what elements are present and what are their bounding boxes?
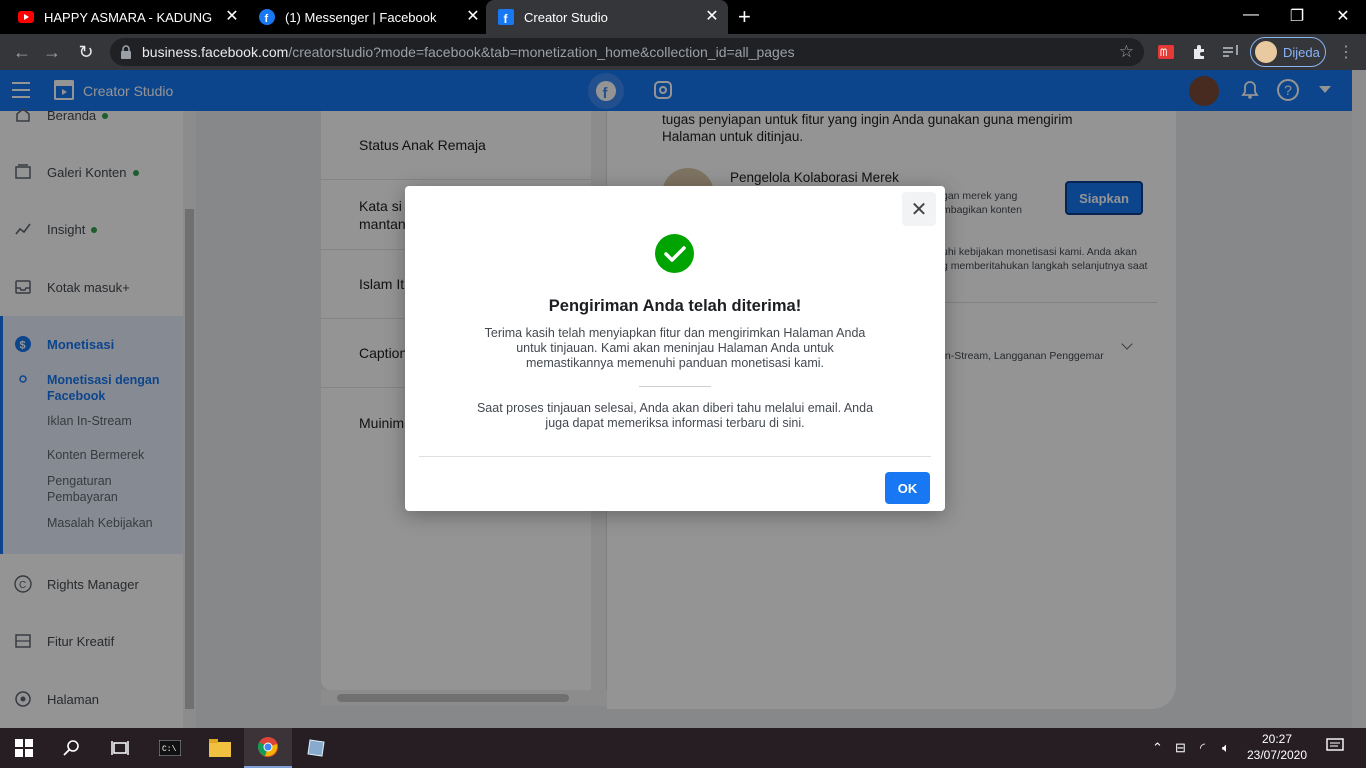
browser-tab-strip: HAPPY ASMARA - KADUNG JERU ✕ f (1) Messe…	[0, 0, 1366, 34]
tab-close-icon[interactable]: ✕	[224, 9, 240, 25]
reload-icon[interactable]: ↻	[75, 42, 97, 62]
tab-close-icon[interactable]: ✕	[704, 9, 720, 25]
dialog-title: Pengiriman Anda telah diterima!	[548, 297, 802, 315]
url-text: business.facebook.com/creatorstudio?mode…	[142, 44, 795, 60]
forward-icon[interactable]: →	[41, 42, 63, 62]
facebook-icon: f	[259, 9, 275, 25]
svg-text:ᗰ: ᗰ	[1160, 48, 1167, 59]
dialog-footer-divider	[419, 456, 931, 457]
avatar	[1255, 41, 1277, 63]
clock-time: 20:27	[1261, 732, 1293, 746]
search-icon[interactable]	[48, 728, 96, 768]
action-center-icon[interactable]	[1326, 738, 1344, 757]
window-close-icon[interactable]: ✕	[1333, 6, 1353, 26]
system-clock[interactable]: 20:27 23/07/2020	[1236, 731, 1318, 763]
chrome-icon[interactable]	[244, 728, 292, 768]
close-icon[interactable]: ✕	[902, 192, 936, 226]
browser-menu-icon[interactable]: ⋮	[1338, 42, 1354, 62]
address-bar[interactable]: business.facebook.com/creatorstudio?mode…	[110, 38, 1144, 66]
file-explorer-icon[interactable]	[196, 728, 244, 768]
bookmark-star-icon[interactable]: ☆	[1119, 42, 1134, 62]
media-queue-icon[interactable]	[1222, 43, 1240, 61]
new-tab-icon[interactable]: +	[738, 6, 751, 28]
ok-button[interactable]: OK	[885, 472, 930, 504]
wifi-icon[interactable]: ◜	[1200, 740, 1205, 756]
tab-title: (1) Messenger | Facebook	[285, 9, 437, 25]
back-icon[interactable]: ←	[11, 42, 33, 62]
tab-title: HAPPY ASMARA - KADUNG JERU	[44, 9, 216, 25]
svg-text:f: f	[265, 13, 269, 25]
app-icon[interactable]	[292, 728, 340, 768]
profile-name: Dijeda	[1283, 44, 1320, 60]
submission-dialog: ✕ Pengiriman Anda telah diterima! Terima…	[405, 186, 945, 511]
tray-chevron-up-icon[interactable]: ⌃	[1152, 740, 1163, 756]
extension-red-icon[interactable]: ᗰ	[1157, 43, 1175, 61]
browser-toolbar: ← → ↻ business.facebook.com/creatorstudi…	[0, 34, 1366, 70]
network-icon[interactable]: ⊟	[1175, 740, 1186, 756]
facebook-icon: f	[498, 9, 514, 25]
tab-title: Creator Studio	[524, 9, 608, 25]
dialog-body-1: Terima kasih telah menyiapkan fitur dan …	[484, 326, 866, 370]
restore-icon[interactable]: ❐	[1287, 6, 1307, 26]
windows-taskbar: C:\ ⌃ ⊟ ◜ 🔈︎ 20:27 23/07/2020	[0, 728, 1366, 768]
volume-icon[interactable]: 🔈︎	[1222, 740, 1230, 756]
minimize-icon[interactable]: —	[1241, 6, 1261, 24]
dialog-separator	[639, 386, 711, 387]
youtube-icon	[18, 9, 34, 25]
tab-close-icon[interactable]: ✕	[465, 9, 481, 25]
lock-icon	[121, 45, 131, 59]
task-view-icon[interactable]	[96, 728, 144, 768]
extensions-puzzle-icon[interactable]	[1190, 43, 1208, 61]
tab-messenger[interactable]: f (1) Messenger | Facebook ✕	[241, 0, 489, 34]
windows-start-icon[interactable]	[0, 728, 48, 768]
tab-youtube[interactable]: HAPPY ASMARA - KADUNG JERU ✕	[0, 0, 248, 34]
dialog-body-2: Saat proses tinjauan selesai, Anda akan …	[476, 401, 874, 430]
terminal-icon[interactable]: C:\	[146, 728, 194, 768]
tab-creator-studio[interactable]: f Creator Studio ✕	[486, 0, 728, 34]
profile-button[interactable]: Dijeda	[1250, 37, 1326, 67]
success-check-icon	[655, 234, 694, 273]
svg-text:C:\: C:\	[162, 745, 177, 754]
clock-date: 23/07/2020	[1246, 748, 1308, 762]
